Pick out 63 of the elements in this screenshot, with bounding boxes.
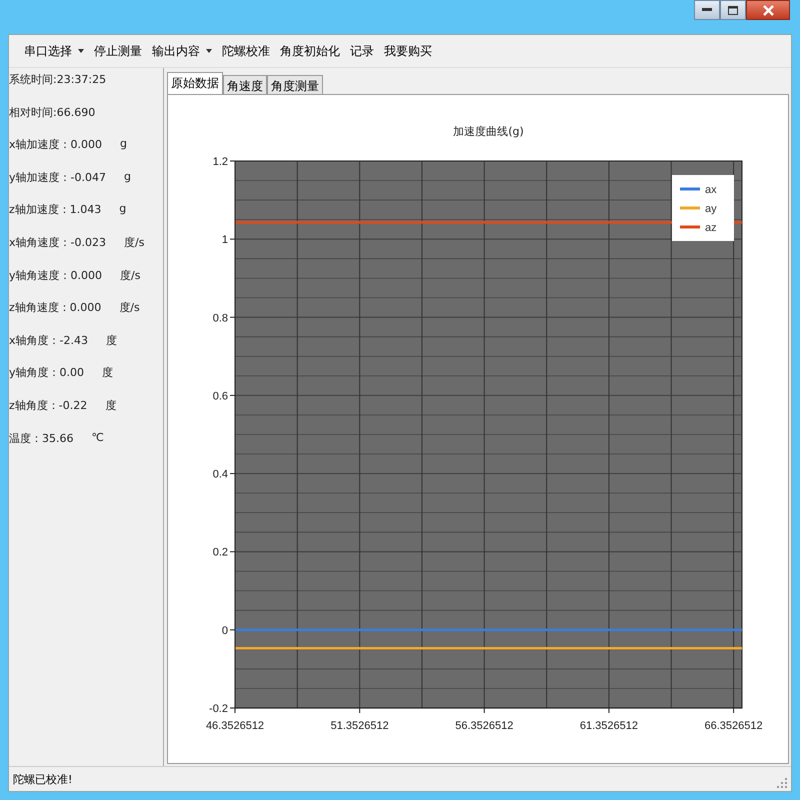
menu-item[interactable]: 串口选择: [19, 42, 89, 60]
y-tick-label: 1: [222, 234, 228, 246]
menu-item[interactable]: 我要购买: [379, 42, 437, 60]
reading-text: z轴角速度：0.000: [9, 300, 102, 316]
tab[interactable]: 原始数据: [167, 72, 223, 94]
unit-text: 度/s: [124, 234, 144, 250]
reading-text: x轴角速度：-0.023: [9, 234, 106, 250]
reading-text: y轴角度：0.00: [9, 365, 84, 380]
unit-text: 度: [105, 398, 116, 413]
status-text: 陀螺已校准!: [13, 772, 72, 786]
reading-text: y轴加速度：-0.047: [9, 170, 106, 185]
unit-text: 度/s: [120, 268, 140, 283]
legend-label: ax: [705, 184, 717, 196]
minimize-icon: [702, 8, 712, 12]
legend-box: [672, 175, 734, 241]
maximize-icon: [728, 6, 738, 14]
resize-grip-icon[interactable]: [777, 778, 787, 788]
y-tick-label: 0.6: [212, 390, 228, 402]
y-tick-label: -0.2: [209, 703, 228, 715]
y-tick-label: 0.2: [212, 546, 228, 559]
reading-text: x轴角度：-2.43: [9, 332, 88, 348]
unit-text: 度: [102, 365, 114, 380]
reading-text: 系统时间:23:37:25: [9, 72, 106, 87]
menu-item[interactable]: 记录: [345, 42, 379, 60]
x-tick-label: 61.3526512: [580, 720, 638, 732]
x-tick-label: 56.3526512: [455, 720, 514, 732]
reading-text: 相对时间:66.690: [9, 104, 96, 120]
y-tick-label: 0.4: [212, 468, 228, 481]
y-tick-label: 1.2: [212, 156, 228, 168]
tab[interactable]: 角速度: [223, 75, 267, 94]
unit-text: g: [120, 137, 127, 150]
unit-text: g: [119, 202, 126, 216]
unit-text: g: [124, 170, 131, 183]
reading-text: y轴角速度：0.000: [9, 268, 102, 283]
legend-swatch: [680, 188, 700, 190]
menu-item[interactable]: 停止测量: [89, 42, 147, 60]
reading-text: z轴加速度：1.043: [9, 202, 102, 218]
unit-text: ℃: [92, 430, 104, 444]
maximize-button[interactable]: [720, 0, 746, 20]
y-tick-label: 0.8: [212, 312, 228, 324]
minimize-button[interactable]: [694, 0, 720, 20]
unit-text: 度/s: [119, 300, 140, 316]
close-icon: [762, 4, 774, 16]
x-tick-label: 46.3526512: [206, 720, 264, 732]
x-tick-label: 51.3526512: [330, 720, 389, 732]
reading-text: 温度：35.66: [9, 430, 74, 446]
menu-item[interactable]: 陀螺校准: [217, 42, 275, 60]
menu-item[interactable]: 角度初始化: [275, 42, 345, 60]
close-button[interactable]: [746, 0, 790, 20]
legend-label: az: [705, 222, 717, 234]
reading-text: x轴加速度：0.000: [9, 137, 102, 152]
unit-text: 度: [106, 332, 117, 348]
caret-icon: [78, 49, 84, 53]
legend-label: ay: [705, 203, 717, 215]
reading-text: z轴角度：-0.22: [9, 398, 88, 413]
legend-swatch: [680, 206, 700, 210]
chart-title: 加速度曲线(g): [453, 125, 524, 138]
menu-item[interactable]: 输出内容: [147, 42, 217, 60]
caret-icon: [206, 49, 212, 53]
tab[interactable]: 角度测量: [267, 75, 323, 94]
legend-swatch: [680, 226, 700, 228]
x-tick-label: 66.3526512: [704, 720, 763, 732]
y-tick-label: 0: [222, 624, 228, 637]
